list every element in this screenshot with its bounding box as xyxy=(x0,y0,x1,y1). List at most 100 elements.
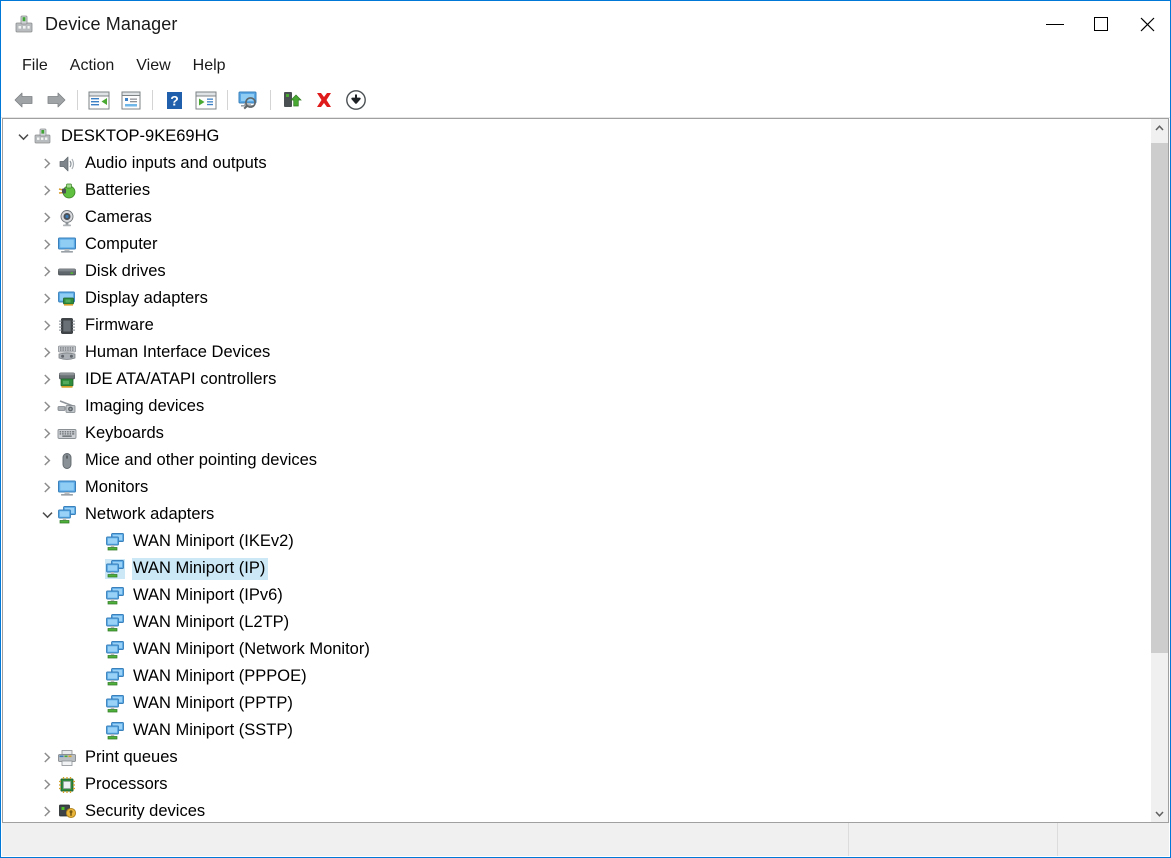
device-manager-window: Device Manager File Action View Help ? D… xyxy=(0,0,1171,858)
tree-row[interactable]: DESKTOP-9KE69HG xyxy=(3,123,1150,150)
network-adapter-icon xyxy=(57,505,77,525)
tree-expander[interactable] xyxy=(37,312,57,339)
tree-expander[interactable] xyxy=(37,393,57,420)
tree-row[interactable]: WAN Miniport (IKEv2) xyxy=(3,528,1150,555)
tree-row-label: Security devices xyxy=(85,801,206,820)
scroll-down-button[interactable] xyxy=(1151,805,1168,822)
tree-row[interactable]: Disk drives xyxy=(3,258,1150,285)
network-adapter-icon xyxy=(105,532,125,552)
tree-row[interactable]: Monitors xyxy=(3,474,1150,501)
tree-row[interactable]: Batteries xyxy=(3,177,1150,204)
uninstall-device-icon xyxy=(317,93,331,107)
disable-device-button[interactable] xyxy=(342,87,370,113)
chevron-down-icon xyxy=(1155,810,1164,817)
menu-item-file[interactable]: File xyxy=(11,54,59,78)
tree-row[interactable]: Network adapters xyxy=(3,501,1150,528)
tree-row[interactable]: WAN Miniport (IP) xyxy=(3,555,1150,582)
scrollbar-thumb[interactable] xyxy=(1151,143,1168,653)
window-title: Device Manager xyxy=(45,14,178,34)
device-tree[interactable]: DESKTOP-9KE69HG Audio inputs and outputs B… xyxy=(3,119,1150,822)
close-button[interactable] xyxy=(1124,1,1170,47)
tree-row[interactable]: Computer xyxy=(3,231,1150,258)
tree-expander[interactable] xyxy=(13,123,33,150)
tree-expander[interactable] xyxy=(37,771,57,798)
tree-expander[interactable] xyxy=(37,231,57,258)
toolbar-separator xyxy=(270,90,271,110)
tree-row[interactable]: Firmware xyxy=(3,312,1150,339)
chevron-right-icon xyxy=(44,428,51,439)
update-driver-icon xyxy=(195,91,217,109)
tree-expander[interactable] xyxy=(37,339,57,366)
chevron-right-icon xyxy=(44,266,51,277)
tree-row[interactable]: Cameras xyxy=(3,204,1150,231)
tree-expander[interactable] xyxy=(37,177,57,204)
tree-row[interactable]: WAN Miniport (L2TP) xyxy=(3,609,1150,636)
tree-expander[interactable] xyxy=(37,285,57,312)
scan-for-hardware-changes-icon xyxy=(238,91,257,110)
tree-expander[interactable] xyxy=(37,744,57,771)
maximize-button[interactable] xyxy=(1078,1,1124,47)
disk-drive-icon xyxy=(57,262,77,282)
tree-row-label: Keyboards xyxy=(85,423,164,442)
chevron-right-icon xyxy=(44,455,51,466)
tree-expander[interactable] xyxy=(37,474,57,501)
tree-row[interactable]: WAN Miniport (Network Monitor) xyxy=(3,636,1150,663)
scroll-up-button[interactable] xyxy=(1151,119,1168,136)
tree-expander[interactable] xyxy=(37,501,57,528)
tree-row[interactable]: Keyboards xyxy=(3,420,1150,447)
update-driver-software-button[interactable] xyxy=(278,87,306,113)
tree-expander[interactable] xyxy=(37,420,57,447)
chevron-right-icon xyxy=(44,482,51,493)
show-hide-console-tree-icon xyxy=(88,91,110,109)
tree-row-label: Imaging devices xyxy=(85,396,205,415)
update-driver-button[interactable] xyxy=(192,87,220,113)
tree-row-label: Print queues xyxy=(85,747,178,766)
show-hide-console-tree-button[interactable] xyxy=(85,87,113,113)
chevron-right-icon xyxy=(44,401,51,412)
back-button[interactable] xyxy=(10,87,38,113)
tree-row[interactable]: Imaging devices xyxy=(3,393,1150,420)
menu-item-view[interactable]: View xyxy=(125,54,181,78)
tree-row[interactable]: WAN Miniport (IPv6) xyxy=(3,582,1150,609)
tree-expander[interactable] xyxy=(37,258,57,285)
tree-row[interactable]: WAN Miniport (PPPOE) xyxy=(3,663,1150,690)
menu-item-help[interactable]: Help xyxy=(182,54,237,78)
tree-row[interactable]: Mice and other pointing devices xyxy=(3,447,1150,474)
vertical-scrollbar[interactable] xyxy=(1150,119,1168,822)
scan-for-hardware-changes-button[interactable] xyxy=(235,87,263,113)
tree-row[interactable]: IDE ATA/ATAPI controllers xyxy=(3,366,1150,393)
tree-expander[interactable] xyxy=(37,204,57,231)
tree-expander[interactable] xyxy=(37,798,57,822)
tree-row-label: Batteries xyxy=(85,180,151,199)
tree-row[interactable]: Human Interface Devices xyxy=(3,339,1150,366)
chevron-up-icon xyxy=(1155,124,1164,131)
toolbar-separator xyxy=(77,90,78,110)
uninstall-device-button[interactable] xyxy=(310,87,338,113)
toolbar-separator xyxy=(227,90,228,110)
properties-button[interactable] xyxy=(117,87,145,113)
toolbar: ? xyxy=(1,83,1170,118)
chevron-right-icon xyxy=(44,239,51,250)
minimize-button[interactable] xyxy=(1032,1,1078,47)
tree-row[interactable]: Display adapters xyxy=(3,285,1150,312)
tree-row[interactable]: Print queues xyxy=(3,744,1150,771)
menu-item-action[interactable]: Action xyxy=(59,54,125,78)
tree-row[interactable]: Security devices xyxy=(3,798,1150,822)
forward-button[interactable] xyxy=(42,87,70,113)
tree-row-label: Mice and other pointing devices xyxy=(85,450,318,469)
tree-row[interactable]: Processors xyxy=(3,771,1150,798)
tree-row[interactable]: WAN Miniport (PPTP) xyxy=(3,690,1150,717)
tree-row[interactable]: Audio inputs and outputs xyxy=(3,150,1150,177)
help-button[interactable]: ? xyxy=(160,87,188,113)
tree-expander[interactable] xyxy=(37,366,57,393)
tree-expander[interactable] xyxy=(37,447,57,474)
toolbar-separator xyxy=(152,90,153,110)
tree-row-label: WAN Miniport (PPPOE) xyxy=(133,666,307,685)
tree-row[interactable]: WAN Miniport (SSTP) xyxy=(3,717,1150,744)
close-icon xyxy=(1140,17,1154,31)
tree-expander[interactable] xyxy=(37,150,57,177)
